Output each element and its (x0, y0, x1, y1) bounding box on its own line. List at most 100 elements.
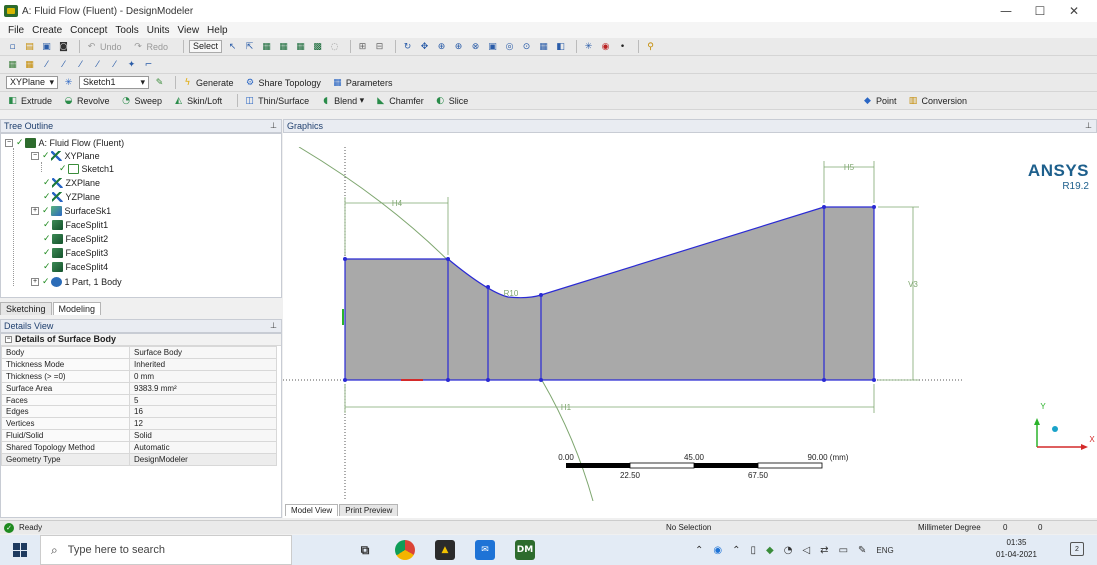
chrome-icon[interactable] (395, 540, 415, 560)
surface-body[interactable] (344, 206, 875, 381)
volume-icon[interactable]: ◁ (802, 545, 810, 556)
collapse-icon[interactable]: − (5, 138, 13, 147)
display-icon[interactable]: ◧ (554, 40, 567, 53)
dimension-h4-label[interactable]: H4 (392, 199, 403, 208)
zoom-selection-icon[interactable]: ◎ (503, 40, 516, 53)
language-indicator[interactable]: ENG (876, 546, 893, 555)
edge-filter-icon[interactable]: ▦ (277, 40, 290, 53)
pen-icon[interactable]: ✎ (858, 545, 866, 556)
select-none-icon[interactable]: ⊟ (373, 40, 386, 53)
designmodeler-icon[interactable]: DM (515, 540, 535, 560)
thin-surface-button[interactable]: ◫ Thin/Surface (243, 94, 309, 107)
tab-print-preview[interactable]: Print Preview (339, 504, 399, 516)
vertex[interactable] (872, 205, 876, 209)
grid-icon[interactable]: ▦ (537, 40, 550, 53)
triad-icon[interactable]: ✳ (582, 40, 595, 53)
line-style-icon-2[interactable]: ⁄ (57, 58, 70, 71)
tree-item-surfacesk1[interactable]: + ✓ SurfaceSk1 (31, 204, 111, 217)
collapse-icon[interactable]: − (5, 336, 12, 343)
details-group-header[interactable]: − Details of Surface Body (1, 334, 281, 346)
measure-icon[interactable]: ⚲ (644, 40, 657, 53)
zoom-fit-icon[interactable]: ▣ (486, 40, 499, 53)
new-icon[interactable]: ▫ (6, 40, 19, 53)
tree-item-root[interactable]: − ✓ A: Fluid Flow (Fluent) (5, 136, 124, 149)
table-row[interactable]: Shared Topology Method Automatic (1, 441, 277, 455)
tree-item-parts[interactable]: + ✓ 1 Part, 1 Body (31, 275, 122, 288)
extrude-button[interactable]: ◧ Extrude (6, 94, 52, 107)
wifi-icon[interactable]: ◔ (784, 545, 793, 556)
vertex[interactable] (486, 285, 490, 289)
tab-sketching[interactable]: Sketching (0, 302, 52, 315)
table-row[interactable]: Thickness Mode Inherited (1, 357, 277, 371)
close-button[interactable]: ✕ (1057, 0, 1091, 22)
select-mode-icon[interactable]: ↖ (226, 40, 239, 53)
battery-icon[interactable]: ▯ (751, 545, 757, 556)
rotate-icon[interactable]: ↻ (401, 40, 414, 53)
tree-item-facesplit4[interactable]: ✓ FaceSplit4 (43, 260, 108, 273)
tab-model-view[interactable]: Model View (285, 504, 339, 516)
generate-button[interactable]: ϟ Generate (181, 76, 234, 89)
extend-selection-icon[interactable]: ◌ (328, 40, 341, 53)
geometry-svg[interactable]: H4 H5 V3 R10 H1 0.00 45.00 90.00 (mm) 22… (283, 147, 1097, 501)
start-button[interactable] (0, 535, 40, 565)
sketch-mode-icon[interactable]: ⌐ (142, 58, 155, 71)
dimension-r10-label[interactable]: R10 (504, 289, 519, 298)
pan-icon[interactable]: ✥ (418, 40, 431, 53)
vertex[interactable] (539, 378, 543, 382)
line-style-icon-3[interactable]: ⁄ (74, 58, 87, 71)
vertex[interactable] (446, 257, 450, 261)
table-row[interactable]: Surface Area 9383.9 mm² (1, 381, 277, 395)
select-filter-icon[interactable]: ⇱ (243, 40, 256, 53)
sweep-button[interactable]: ◔ Sweep (120, 94, 162, 107)
tab-modeling[interactable]: Modeling (52, 302, 102, 315)
dimension-v3[interactable] (878, 206, 919, 381)
chamfer-button[interactable]: ◣ Chamfer (374, 94, 423, 107)
color-display-icon[interactable]: ▦ (6, 58, 19, 71)
share-topology-button[interactable]: ⚙ Share Topology (244, 76, 321, 89)
select-all-icon[interactable]: ⊞ (356, 40, 369, 53)
vertex[interactable] (446, 378, 450, 382)
table-row[interactable]: Edges 16 (1, 405, 277, 419)
line-style-icon-5[interactable]: ⁄ (108, 58, 121, 71)
vertex[interactable] (539, 293, 543, 297)
slice-button[interactable]: ◐ Slice (434, 94, 468, 107)
table-row[interactable]: Thickness (> =0) 0 mm (1, 369, 277, 383)
tree-item-yzplane[interactable]: ✓ YZPlane (43, 190, 100, 203)
tree-item-xyplane[interactable]: − ✓ XYPlane (31, 149, 100, 162)
vertex[interactable] (343, 257, 347, 261)
select-button[interactable]: Select (189, 40, 223, 53)
blend-button[interactable]: ◖ Blend ▾ (319, 94, 364, 107)
graphics-canvas[interactable]: H4 H5 V3 R10 H1 0.00 45.00 90.00 (mm) 22… (283, 147, 1097, 501)
vertex[interactable] (822, 205, 826, 209)
taskbar-search[interactable]: ⌕ Type here to search (40, 535, 292, 565)
line-style-icon-1[interactable]: ⁄ (40, 58, 53, 71)
tree-item-facesplit2[interactable]: ✓ FaceSplit2 (43, 232, 108, 245)
table-row[interactable]: Geometry Type DesignModeler (1, 453, 277, 466)
table-row[interactable]: Body Surface Body (1, 346, 277, 359)
notification-icon[interactable]: 2 (1070, 542, 1084, 556)
expand-icon[interactable]: + (31, 277, 39, 286)
menu-view[interactable]: View (178, 25, 200, 36)
screenshot-icon[interactable]: ◙ (57, 40, 70, 53)
zoom-icon[interactable]: ⊕ (435, 40, 448, 53)
property-value[interactable]: Solid (129, 429, 277, 443)
pin-icon[interactable]: ⊥ (270, 320, 277, 332)
menu-file[interactable]: File (8, 25, 24, 36)
vertex[interactable] (872, 378, 876, 382)
pin-icon[interactable]: ⊥ (1085, 120, 1092, 132)
point-button[interactable]: ◆ Point (861, 94, 896, 107)
conversion-button[interactable]: ▥ Conversion (906, 94, 967, 107)
zoom-in-icon[interactable]: ⊕ (452, 40, 465, 53)
skin-loft-button[interactable]: ◭ Skin/Loft (172, 94, 222, 107)
dimension-v3-label[interactable]: V3 (908, 280, 918, 289)
redo-button[interactable]: ↷ Redo (132, 40, 168, 53)
sketch-select[interactable]: Sketch1 ▾ (79, 76, 149, 89)
save-icon[interactable]: ▣ (40, 40, 53, 53)
table-row[interactable]: Faces 5 (1, 393, 277, 407)
vertex[interactable] (822, 378, 826, 382)
plane-select[interactable]: XYPlane ▾ (6, 76, 58, 89)
new-sketch-icon[interactable]: ✎ (153, 76, 166, 89)
menu-create[interactable]: Create (32, 25, 62, 36)
maximize-button[interactable]: ☐ (1023, 0, 1057, 22)
edge-color-icon[interactable]: ▦ (23, 58, 36, 71)
